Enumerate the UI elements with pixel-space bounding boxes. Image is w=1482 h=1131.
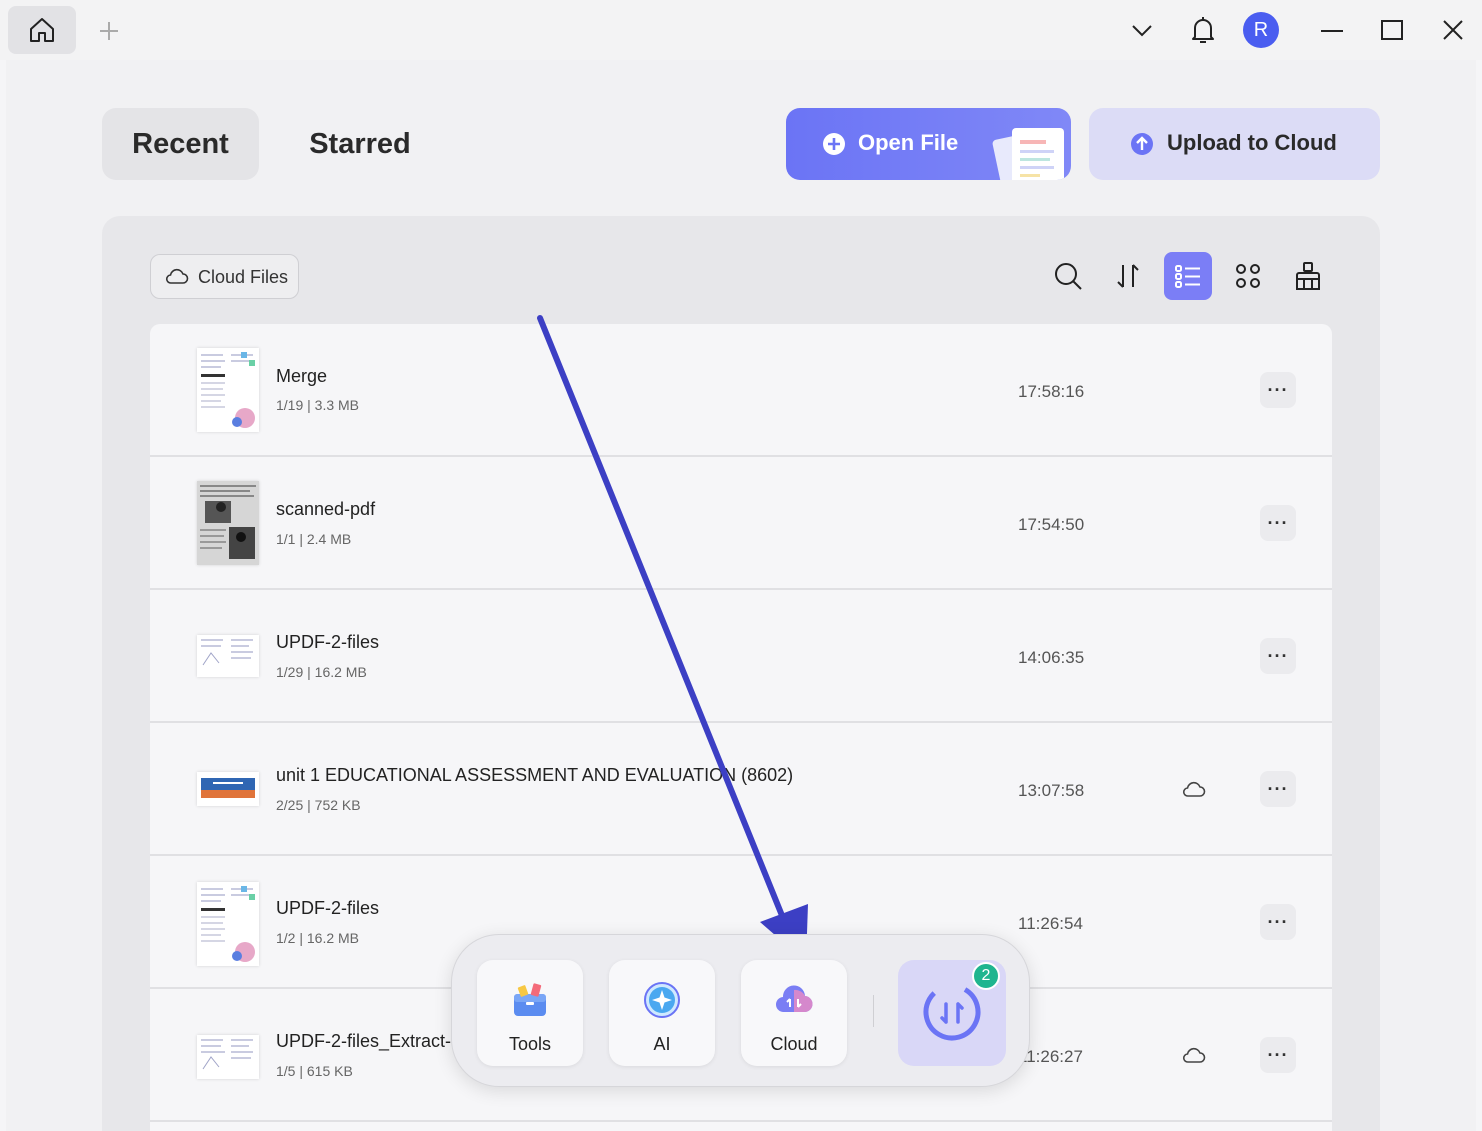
grid-view-button[interactable]	[1224, 252, 1272, 300]
tab-recent[interactable]: Recent	[102, 108, 259, 180]
more-options-button[interactable]: ···	[1260, 505, 1296, 541]
avatar[interactable]: R	[1243, 12, 1279, 48]
file-row[interactable]: Merge 1/19 | 3.3 MB 17:58:16 ···	[150, 324, 1332, 457]
cloud-synced-icon	[1182, 781, 1206, 797]
close-icon[interactable]	[1439, 16, 1467, 44]
tab-starred[interactable]: Starred	[290, 108, 430, 180]
more-options-button[interactable]: ···	[1260, 372, 1296, 408]
file-thumbnail	[197, 1035, 259, 1079]
file-meta: 1/5 | 615 KB	[276, 1063, 353, 1079]
broom-icon	[1296, 262, 1320, 290]
minimize-icon[interactable]	[1318, 18, 1346, 44]
search-icon	[1055, 263, 1082, 290]
upload-arrow-icon	[1131, 133, 1153, 155]
more-options-button[interactable]: ···	[1260, 771, 1296, 807]
toolbox-icon	[514, 983, 546, 1016]
file-name: UPDF-2-files	[276, 632, 380, 652]
ai-icon	[644, 982, 680, 1018]
more-options-button[interactable]: ···	[1260, 904, 1296, 940]
file-time: 13:07:58	[1018, 781, 1085, 800]
dock-cloud-button[interactable]: Cloud	[741, 960, 847, 1066]
file-meta: 1/1 | 2.4 MB	[276, 531, 352, 547]
upload-to-cloud-button[interactable]: Upload to Cloud	[1089, 108, 1380, 180]
upload-to-cloud-label: Upload to Cloud	[1167, 130, 1337, 155]
sort-button[interactable]	[1104, 252, 1152, 300]
home-icon	[30, 18, 54, 42]
file-time: 17:54:50	[1018, 515, 1085, 534]
dock-tools-label: Tools	[508, 1034, 552, 1054]
open-file-label: Open File	[858, 130, 959, 155]
chevron-down-icon[interactable]	[1128, 18, 1156, 44]
file-time: 11:26:54	[1018, 914, 1083, 933]
file-name: UPDF-2-files	[276, 898, 380, 918]
cloud-synced-icon	[1182, 1047, 1206, 1063]
file-row[interactable]: scanned-pdf 1/1 | 2.4 MB 17:54:50 ···	[150, 457, 1332, 590]
file-meta: 1/2 | 16.2 MB	[276, 930, 360, 946]
file-meta: 1/29 | 16.2 MB	[276, 664, 367, 680]
dock-cloud-label: Cloud	[770, 1034, 818, 1054]
cloud-files-button[interactable]: Cloud Files	[150, 254, 299, 299]
sort-icon	[1117, 264, 1139, 288]
file-row[interactable]: UPDF-2-files 1/29 | 16.2 MB 14:06:35 ···	[150, 590, 1332, 723]
file-name: Merge	[276, 366, 328, 386]
file-name: unit 1 EDUCATIONAL ASSESSMENT AND EVALUA…	[276, 765, 794, 785]
dock-ai-button[interactable]: AI	[609, 960, 715, 1066]
sync-transfer-icon	[923, 983, 981, 1041]
cloud-icon	[165, 268, 189, 284]
floating-dock: Tools AI Cloud 2	[451, 934, 1030, 1087]
dock-tools-button[interactable]: Tools	[477, 960, 583, 1066]
file-meta: 1/19 | 3.3 MB	[276, 397, 360, 413]
cloud-sync-icon	[775, 985, 813, 1013]
list-view-button[interactable]	[1164, 252, 1212, 300]
plus-circle-icon	[823, 133, 845, 155]
title-bar: R	[0, 0, 1482, 60]
dock-divider	[873, 995, 874, 1027]
new-tab-icon[interactable]	[96, 18, 122, 44]
cloud-files-label: Cloud Files	[198, 267, 289, 287]
file-meta: 2/25 | 752 KB	[276, 797, 361, 813]
file-thumbnail	[197, 481, 259, 565]
file-name: UPDF-2-files_Extract-1	[276, 1031, 462, 1051]
file-time: 14:06:35	[1018, 648, 1085, 667]
home-tab[interactable]	[8, 6, 76, 54]
clean-button[interactable]	[1284, 252, 1332, 300]
file-row[interactable]: unit 1 EDUCATIONAL ASSESSMENT AND EVALUA…	[150, 723, 1332, 856]
maximize-icon[interactable]	[1378, 16, 1406, 44]
file-thumbnail	[197, 635, 259, 677]
file-thumbnail	[197, 348, 259, 432]
dock-ai-label: AI	[653, 1034, 671, 1054]
list-view-icon	[1175, 265, 1200, 288]
grid-view-icon	[1236, 264, 1260, 288]
file-name: scanned-pdf	[276, 499, 376, 519]
sync-count-badge: 2	[972, 962, 1000, 990]
file-thumbnail	[197, 882, 259, 966]
file-time: 17:58:16	[1018, 382, 1085, 401]
file-thumbnail	[197, 772, 259, 806]
bell-icon[interactable]	[1188, 13, 1218, 47]
search-button[interactable]	[1044, 252, 1092, 300]
document-stack-icon	[992, 128, 1064, 180]
open-file-button[interactable]: Open File	[786, 108, 1071, 180]
more-options-button[interactable]: ···	[1260, 638, 1296, 674]
more-options-button[interactable]: ···	[1260, 1037, 1296, 1073]
